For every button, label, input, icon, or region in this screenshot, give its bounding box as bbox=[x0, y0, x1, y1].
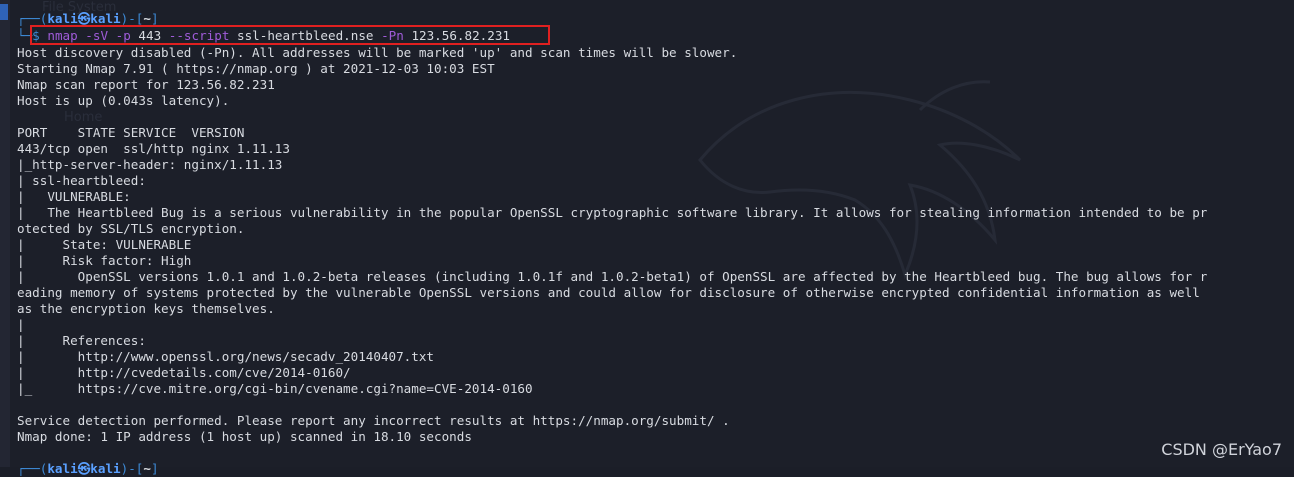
desktop-home-label: Home bbox=[64, 110, 103, 125]
output-line: Service detection performed. Please repo… bbox=[17, 413, 730, 428]
output-line: | VULNERABLE: bbox=[17, 189, 131, 204]
output-line: PORT STATE SERVICE VERSION bbox=[17, 125, 245, 140]
csdn-watermark: CSDN @ErYao7 bbox=[1161, 440, 1282, 459]
output-line: as the encryption keys themselves. bbox=[17, 301, 275, 316]
output-line: | ssl-heartbleed: bbox=[17, 173, 146, 188]
command-highlight-box bbox=[30, 25, 550, 45]
output-line: | bbox=[17, 317, 25, 332]
output-line: |_ https://cve.mitre.org/cgi-bin/cvename… bbox=[17, 381, 533, 396]
output-line: Nmap scan report for 123.56.82.231 bbox=[17, 77, 275, 92]
panel-marker-icon bbox=[0, 4, 8, 20]
output-line: | The Heartbleed Bug is a serious vulner… bbox=[17, 205, 1208, 220]
output-line: otected by SSL/TLS encryption. bbox=[17, 221, 245, 236]
left-panel-strip bbox=[0, 0, 10, 467]
output-line: Nmap done: 1 IP address (1 host up) scan… bbox=[17, 429, 472, 444]
output-line: | State: VULNERABLE bbox=[17, 237, 192, 252]
output-line: 443/tcp open ssl/http nginx 1.11.13 bbox=[17, 141, 290, 156]
kali-dragon-watermark-icon bbox=[698, 80, 1022, 280]
output-line: eading memory of systems protected by th… bbox=[17, 285, 1200, 300]
output-line: | Risk factor: High bbox=[17, 253, 192, 268]
output-line: | http://cvedetails.com/cve/2014-0160/ bbox=[17, 365, 351, 380]
output-line: Host is up (0.043s latency). bbox=[17, 93, 230, 108]
output-line: Starting Nmap 7.91 ( https://nmap.org ) … bbox=[17, 61, 495, 76]
output-line: |_http-server-header: nginx/1.11.13 bbox=[17, 157, 283, 172]
next-prompt-header: ┌──(kali㉿kali)-[~] bbox=[17, 461, 159, 476]
terminal-window[interactable]: File System Home ┌──(kali㉿kali)-[~] └─$ … bbox=[0, 0, 1294, 476]
output-line: | References: bbox=[17, 333, 146, 348]
output-line: Host discovery disabled (-Pn). All addre… bbox=[17, 45, 738, 60]
output-line: | http://www.openssl.org/news/secadv_201… bbox=[17, 349, 435, 364]
output-line: | OpenSSL versions 1.0.1 and 1.0.2-beta … bbox=[17, 269, 1208, 284]
